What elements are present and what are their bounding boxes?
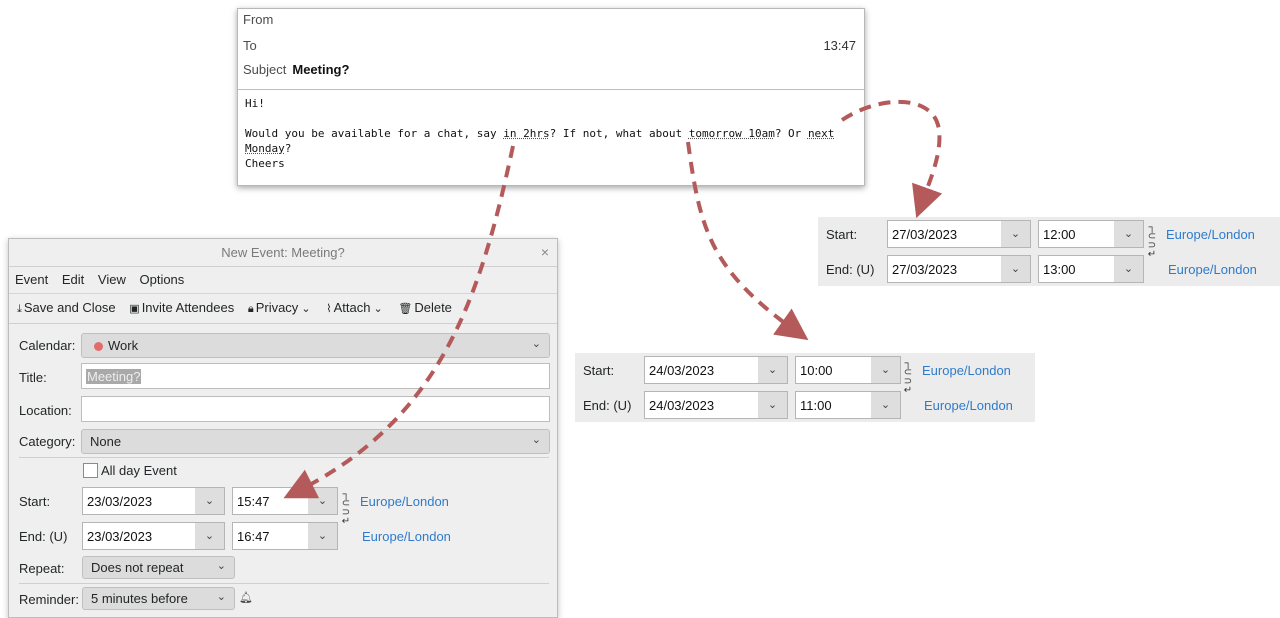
annotation-arrows: [283, 99, 943, 499]
arrow-in-2hrs-to-event: [283, 145, 515, 499]
arrow-next-monday-to-panel: [840, 99, 943, 219]
arrow-tomorrow-to-panel: [686, 141, 809, 341]
